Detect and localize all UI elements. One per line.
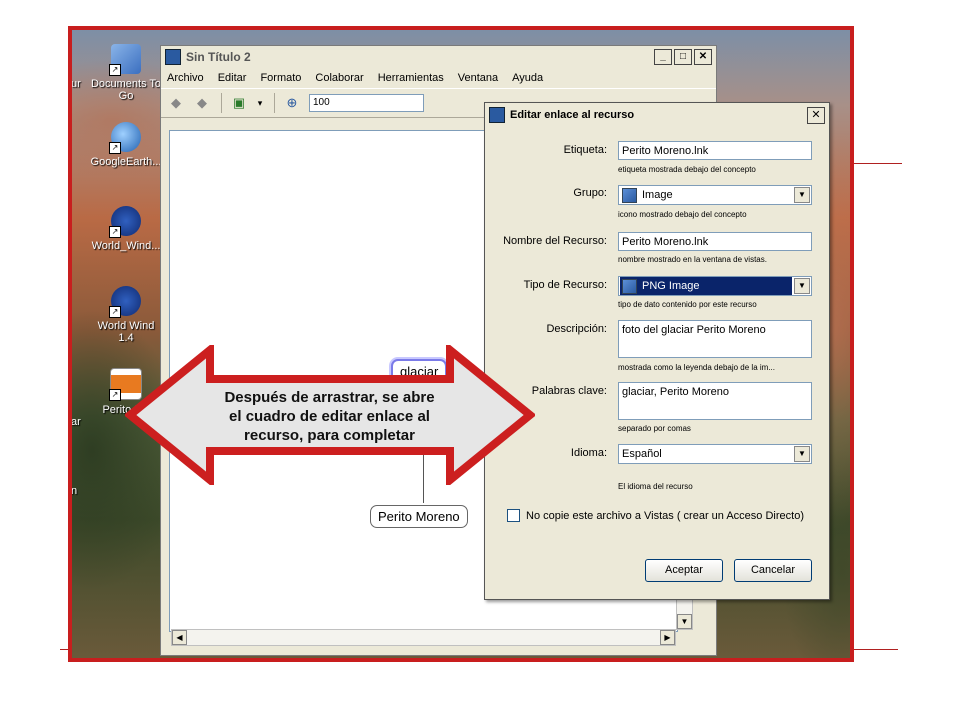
app-icon bbox=[165, 49, 181, 65]
label-nombre: Nombre del Recurso: bbox=[503, 235, 607, 247]
callout-text: Después de arrastrar, se abre el cuadro … bbox=[192, 388, 467, 445]
desktop-icon-documents-to-go[interactable]: ↗ Documents To Go bbox=[83, 44, 169, 102]
descripcion-field[interactable]: foto del glaciar Perito Moreno bbox=[618, 320, 812, 358]
accept-button[interactable]: Aceptar bbox=[645, 559, 723, 582]
desktop-edge-text: n bbox=[71, 485, 78, 497]
label-etiqueta: Etiqueta: bbox=[563, 144, 607, 156]
etiqueta-field[interactable]: Perito Moreno.lnk bbox=[618, 141, 812, 160]
desktop-icon-google-earth[interactable]: ↗ GoogleEarth... bbox=[83, 122, 169, 168]
nasa-icon: ↗ bbox=[109, 286, 141, 318]
desktop-edge-text: ar bbox=[71, 416, 81, 428]
desktop-icon-world-wind-1[interactable]: ↗ World_Wind... bbox=[83, 206, 169, 252]
toolbar-separator bbox=[274, 93, 275, 113]
help-palabras: separado por comas bbox=[618, 424, 691, 433]
back-arrow-icon[interactable]: ◆ bbox=[167, 94, 185, 112]
menu-colaborar[interactable]: Colaborar bbox=[315, 72, 363, 84]
chevron-down-icon[interactable]: ▼ bbox=[794, 278, 810, 294]
chevron-down-icon[interactable]: ▼ bbox=[794, 446, 810, 462]
slide-rule-bottom-right bbox=[852, 649, 898, 650]
checkbox-label: No copie este archivo a Vistas ( crear u… bbox=[526, 509, 804, 522]
cancel-button[interactable]: Cancelar bbox=[734, 559, 812, 582]
help-nombre: nombre mostrado en la ventana de vistas. bbox=[618, 255, 767, 264]
idioma-value: Español bbox=[622, 448, 662, 460]
callout-line: Después de arrastrar, se abre bbox=[224, 389, 435, 406]
tipo-value: PNG Image bbox=[642, 280, 700, 292]
view-mode-icon[interactable]: ▣ bbox=[230, 94, 248, 112]
minimize-button[interactable]: _ bbox=[654, 49, 672, 65]
close-icon[interactable]: ✕ bbox=[807, 107, 825, 124]
nombre-field[interactable]: Perito Moreno.lnk bbox=[618, 232, 812, 251]
menu-bar: Archivo Editar Formato Colaborar Herrami… bbox=[161, 68, 716, 88]
help-tipo: tipo de dato contenido por este recurso bbox=[618, 300, 757, 309]
chevron-down-icon[interactable]: ▼ bbox=[794, 187, 810, 203]
callout-line: recurso, para completar bbox=[244, 427, 415, 444]
no-copy-checkbox[interactable]: No copie este archivo a Vistas ( crear u… bbox=[507, 509, 804, 522]
app-titlebar[interactable]: Sin Título 2 _ □ ✕ bbox=[161, 46, 716, 68]
desktop-icon-label: Documents To Go bbox=[90, 78, 162, 102]
dialog-titlebar[interactable]: Editar enlace al recurso bbox=[485, 103, 829, 127]
idioma-select[interactable]: Español ▼ bbox=[618, 444, 812, 464]
desktop-icon-label: GoogleEarth... bbox=[90, 156, 162, 168]
menu-herramientas[interactable]: Herramientas bbox=[378, 72, 444, 84]
scroll-right-button[interactable]: ▶ bbox=[660, 630, 675, 645]
maximize-button[interactable]: □ bbox=[674, 49, 692, 65]
horizontal-scrollbar[interactable]: ◀ ▶ bbox=[171, 629, 676, 646]
desktop-icon-label: World Wind 1.4 bbox=[97, 320, 155, 344]
toolbar-separator bbox=[221, 93, 222, 113]
desktop-edge-text: ur bbox=[71, 78, 81, 90]
menu-ayuda[interactable]: Ayuda bbox=[512, 72, 543, 84]
zoom-input[interactable]: 100 bbox=[309, 94, 424, 112]
menu-formato[interactable]: Formato bbox=[260, 72, 301, 84]
menu-ventana[interactable]: Ventana bbox=[458, 72, 498, 84]
help-etiqueta: etiqueta mostrada debajo del concepto bbox=[618, 165, 756, 174]
help-idioma: El idioma del recurso bbox=[618, 482, 693, 491]
nasa-icon: ↗ bbox=[109, 206, 141, 238]
app-icon bbox=[489, 107, 505, 123]
scroll-left-button[interactable]: ◀ bbox=[172, 630, 187, 645]
google-earth-icon: ↗ bbox=[109, 122, 141, 154]
desktop-icon-label: World_Wind... bbox=[91, 240, 161, 252]
tipo-select[interactable]: PNG Image ▼ bbox=[618, 276, 812, 296]
edit-resource-link-dialog: Editar enlace al recurso ✕ Etiqueta: Per… bbox=[484, 102, 830, 600]
callout-line: el cuadro de editar enlace al bbox=[229, 408, 430, 425]
menu-archivo[interactable]: Archivo bbox=[167, 72, 204, 84]
help-grupo: icono mostrado debajo del concepto bbox=[618, 210, 747, 219]
palabras-field[interactable]: glaciar, Perito Moreno bbox=[618, 382, 812, 420]
menu-editar[interactable]: Editar bbox=[218, 72, 247, 84]
scroll-down-button[interactable]: ▼ bbox=[677, 614, 692, 629]
grupo-value: Image bbox=[642, 189, 673, 201]
grupo-select[interactable]: Image ▼ bbox=[618, 185, 812, 205]
image-icon bbox=[622, 187, 637, 203]
help-descripcion: mostrada como la leyenda debajo de la im… bbox=[618, 363, 775, 372]
close-button[interactable]: ✕ bbox=[694, 49, 712, 65]
documents-to-go-icon: ↗ bbox=[109, 44, 141, 76]
chevron-down-icon[interactable]: ▾ bbox=[256, 94, 264, 112]
slide-rule-top bbox=[852, 163, 902, 164]
desktop-icon-world-wind-2[interactable]: ↗ World Wind 1.4 bbox=[83, 286, 169, 344]
png-icon bbox=[622, 278, 637, 294]
concept-node-perito-moreno[interactable]: Perito Moreno bbox=[370, 505, 468, 528]
label-grupo: Grupo: bbox=[573, 187, 607, 199]
forward-arrow-icon[interactable]: ◆ bbox=[193, 94, 211, 112]
checkbox-box[interactable] bbox=[507, 509, 520, 522]
label-descripcion: Descripción: bbox=[546, 323, 607, 335]
label-tipo: Tipo de Recurso: bbox=[523, 279, 607, 291]
zoom-icon[interactable]: ⊕ bbox=[283, 94, 301, 112]
app-title: Sin Título 2 bbox=[186, 50, 251, 64]
dialog-title: Editar enlace al recurso bbox=[510, 109, 635, 121]
